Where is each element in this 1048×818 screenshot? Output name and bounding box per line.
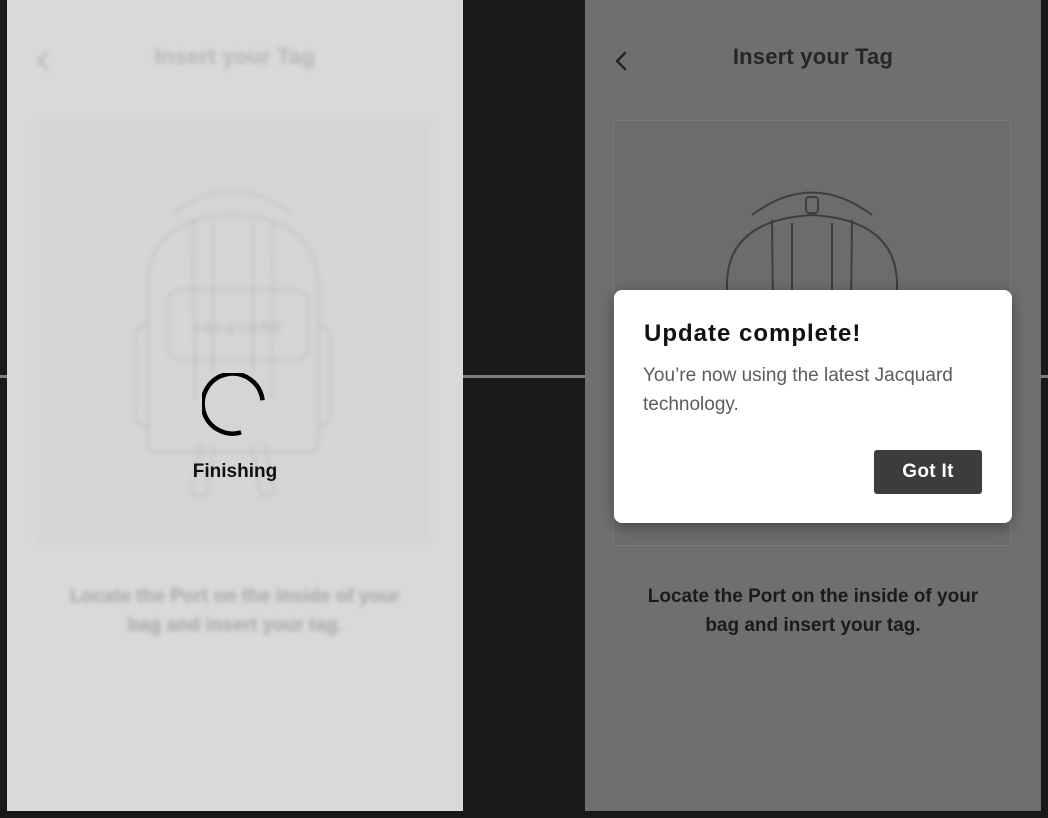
page-title: Insert your Tag <box>732 44 894 69</box>
background-divider-middle <box>463 375 585 378</box>
update-complete-dialog: Update complete! You’re now using the la… <box>614 290 1012 523</box>
backpack-icon: JACQUARD <box>134 190 332 498</box>
loading-status-text: Finishing <box>192 461 278 482</box>
spinner-icon <box>202 373 265 436</box>
backpack-patch-label: JACQUARD <box>193 320 283 335</box>
got-it-button[interactable]: Got It <box>874 450 982 494</box>
update-complete-screen: Insert your Tag Locate the Port on the i… <box>585 0 1041 811</box>
page-title: Insert your Tag <box>154 44 316 69</box>
dialog-title: Update complete! <box>644 320 862 347</box>
instruction-text: Locate the Port on the inside of your ba… <box>647 586 979 636</box>
instruction-text: Locate the Port on the inside of your ba… <box>69 586 401 636</box>
dialog-message: You’re now using the latest Jacquard tec… <box>643 365 953 415</box>
background-divider-right <box>1041 375 1048 378</box>
loading-screen: Insert your Tag JACQUARD Locate the Port… <box>7 0 463 811</box>
background-divider-left <box>0 375 7 378</box>
